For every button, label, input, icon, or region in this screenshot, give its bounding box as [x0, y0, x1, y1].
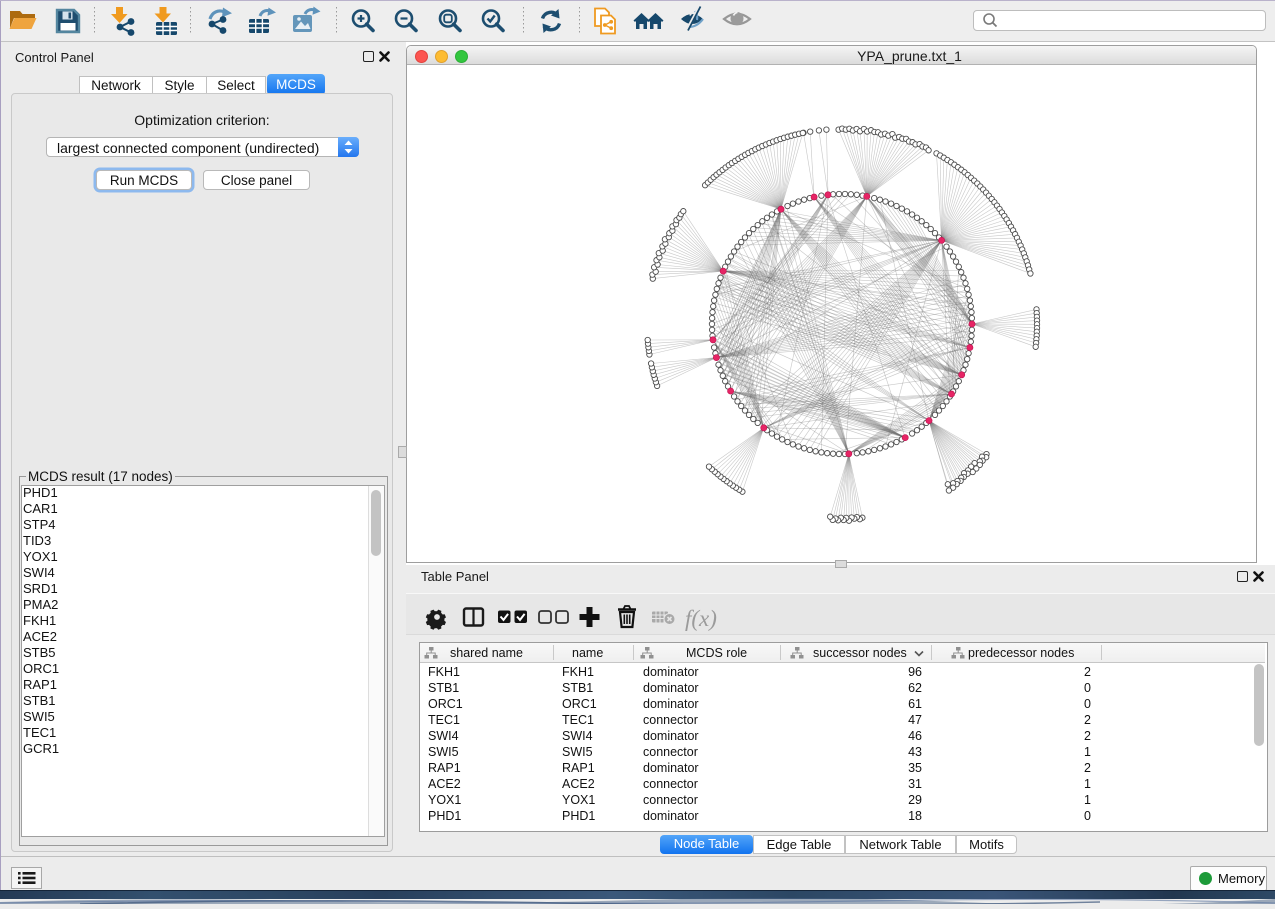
svg-text:f(x): f(x) [685, 606, 717, 631]
